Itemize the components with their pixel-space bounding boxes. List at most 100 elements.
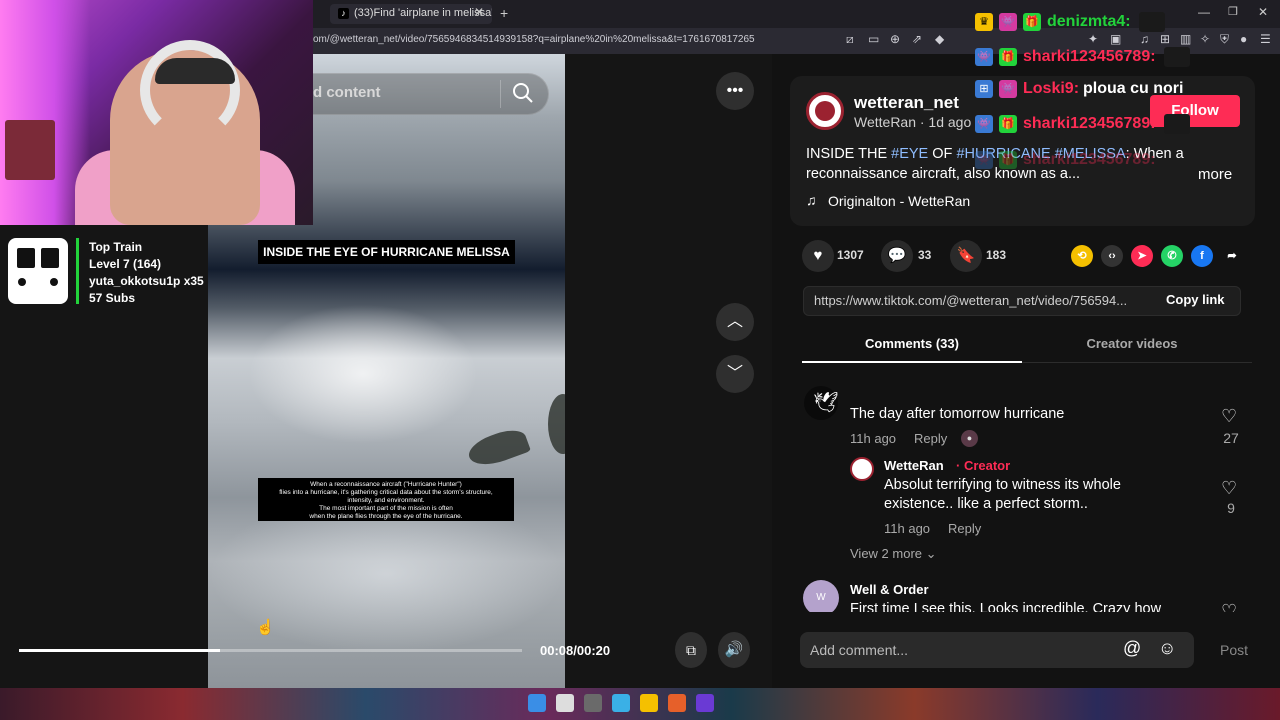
reply-like-count: 9 [1227,500,1235,516]
tab-comments[interactable]: Comments (33) [802,336,1022,351]
tab-underline [802,361,1022,363]
search-icon[interactable] [512,82,534,104]
windows-start-icon[interactable] [528,694,546,712]
vpn-icon[interactable]: ● [1240,32,1247,46]
chat-username: denizmta4: [1047,13,1131,30]
comment-count: 33 [918,248,932,262]
heart-icon: ♥ [813,247,823,264]
screenshot-icon[interactable]: ▭ [868,32,879,46]
bookmark-icon: 🔖 [956,247,976,264]
invader-icon: 👾 [975,48,993,66]
repost-icon[interactable]: ⟲ [1071,245,1093,267]
search-placeholder: d content [313,84,381,101]
like-button[interactable]: ♥ [802,240,834,272]
reply-button[interactable]: Reply [948,521,981,536]
tiktok-icon: ♪ [338,8,349,19]
creator-badge: · Creator [956,458,1011,473]
cloud-shape [248,304,478,444]
app-icon[interactable] [696,694,714,712]
comment-like-count: 27 [1223,430,1239,446]
bird-icon: 🕊 [813,392,839,414]
shield-icon[interactable]: ⛨ [1220,32,1229,47]
store-icon[interactable] [612,694,630,712]
tab-close-icon[interactable]: ✕ [474,5,484,19]
caption-line: flies into a hurricane, it's gathering c… [279,489,493,496]
avatar[interactable]: W [803,580,839,616]
caption-line: When a reconnaissance aircraft ("Hurrica… [310,481,462,488]
creator-liked-icon: ● [961,430,978,447]
send-icon[interactable]: ➤ [1131,245,1153,267]
chat-line: ⊞ 👾 Loski9: ploua cu nori [975,80,1183,106]
comment-author[interactable]: Well & Order [850,582,929,597]
reply-button[interactable]: Reply [914,431,947,446]
window-close-icon[interactable]: ✕ [1258,5,1268,19]
author-meta: WetteRan · 1d ago [854,114,972,130]
view-more-replies[interactable]: View 2 more ⌄ [850,546,937,562]
train-light [18,278,26,286]
chat-line: ♛ 👾 🎁 denizmta4: [975,12,1165,38]
heart-icon[interactable]: ♡ [1221,406,1237,427]
settings-icon[interactable]: ✧ [1200,32,1210,46]
reply-text: existence.. like a perfect storm.. [884,496,1088,512]
chat-username: sharki123456789: [1023,151,1156,168]
author-handle[interactable]: wetteran_net [854,93,959,113]
embed-icon[interactable]: ‹› [1101,245,1123,267]
video-title-overlay: INSIDE THE EYE OF HURRICANE MELISSA [258,240,515,264]
more-button[interactable]: more [1198,166,1232,183]
headphones-icon [140,40,240,140]
invader-icon: 👾 [975,151,993,169]
invader-icon: 👾 [999,80,1017,98]
browser-tab[interactable]: (33)Find 'airplane in melissa' [330,4,492,24]
address-bar[interactable]: om/@wetteran_net/video/75659468345149391… [313,34,755,45]
next-video-button[interactable]: ﹀ [716,355,754,393]
explorer-icon[interactable] [556,694,574,712]
avatar[interactable] [850,457,874,481]
share-arrow-icon[interactable]: ➦ [1221,245,1243,267]
chat-line: 👾 🎁 sharki123456789: [975,114,1190,140]
folder-icon[interactable] [640,694,658,712]
video-link[interactable]: https://www.tiktok.com/@wetteran_net/vid… [814,293,1127,308]
like-count: 1307 [837,248,864,262]
browser-icon[interactable] [668,694,686,712]
save-count: 183 [986,248,1007,262]
terminal-icon[interactable] [584,694,602,712]
maximize-icon[interactable]: ❐ [1228,5,1238,18]
tab-creator-videos[interactable]: Creator videos [1022,336,1242,351]
picture-in-picture-button[interactable]: ⧉ [675,632,707,668]
train-subs: 57 Subs [89,291,136,305]
gift-icon: 🎁 [999,48,1017,66]
sidebar-icon[interactable]: ▥ [1180,32,1191,46]
more-options-button[interactable]: ••• [716,72,754,110]
share-icon[interactable]: ⇗ [912,32,922,46]
comment-button[interactable]: 💬 [881,240,913,272]
tab-title: (33)Find 'airplane in melissa' [354,7,492,19]
mention-icon[interactable]: @ [1123,638,1141,659]
whatsapp-icon[interactable]: ✆ [1161,245,1183,267]
comment-icon: 💬 [887,247,907,264]
music-link[interactable]: Originalton - WetteRan [828,193,970,209]
hashtag-eye[interactable]: #EYE [891,146,928,162]
webcam-poster [5,120,55,180]
caption-line: The most important part of the mission i… [319,505,453,512]
invader-icon: 👾 [999,13,1017,31]
menu-icon[interactable]: ☰ [1260,32,1271,46]
caption-line: when the plane flies through the eye of … [309,513,463,520]
zoom-icon[interactable]: ⊕ [890,32,900,46]
chat-message: ploua cu nori [1083,80,1184,97]
minimize-icon[interactable]: — [1198,5,1210,19]
extension-icon[interactable]: ◆ [935,32,944,46]
heart-icon[interactable]: ♡ [1221,478,1237,499]
reader-icon[interactable]: ⧄ [846,32,854,47]
new-tab-icon[interactable]: + [500,5,508,21]
reply-author[interactable]: WetteRan [884,458,944,473]
emoji-icon[interactable]: ☺ [1158,638,1176,659]
copy-link-button[interactable]: Copy link [1166,292,1225,307]
previous-video-button[interactable]: ︿ [716,303,754,341]
taskbar-icons [528,694,724,714]
comment-time: 11h ago [850,431,897,446]
save-button[interactable]: 🔖 [950,240,982,272]
post-button[interactable]: Post [1220,642,1248,658]
volume-button[interactable]: 🔊 [718,632,750,668]
facebook-icon[interactable]: f [1191,245,1213,267]
streamer-webcam [0,0,313,225]
